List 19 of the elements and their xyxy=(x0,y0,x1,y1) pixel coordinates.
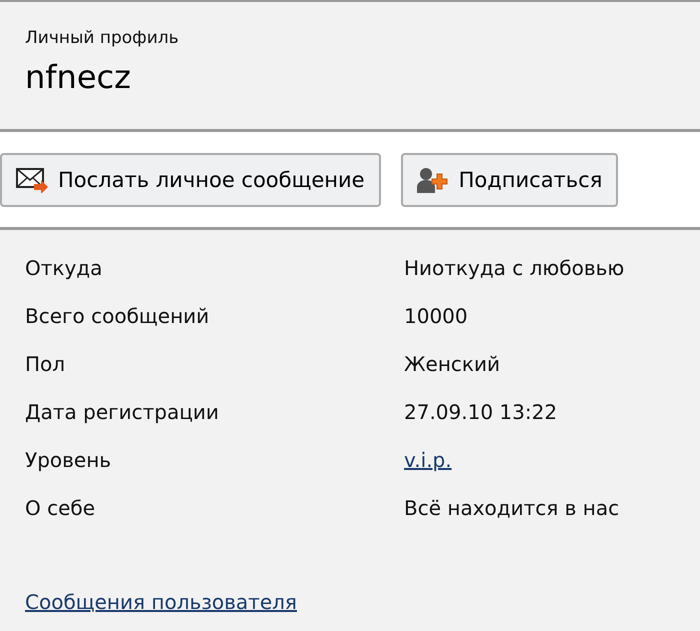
profile-subtitle: Личный профиль xyxy=(25,27,180,48)
field-value: Ниоткуда с любовью xyxy=(404,256,626,280)
subscribe-button[interactable]: Подписаться xyxy=(400,152,618,206)
username: nfnecz xyxy=(25,58,132,96)
field-value: 27.09.10 13:22 xyxy=(404,400,558,424)
field-label: Дата регистрации xyxy=(25,400,220,424)
add-user-icon xyxy=(416,166,449,192)
field-label: Откуда xyxy=(25,256,104,280)
envelope-icon xyxy=(16,166,48,192)
field-label: Уровень xyxy=(25,448,112,472)
send-message-button[interactable]: Послать личное сообщение xyxy=(0,152,381,206)
field-value: 10000 xyxy=(404,304,469,328)
field-label: Всего сообщений xyxy=(25,304,210,328)
field-label: Пол xyxy=(25,352,66,376)
field-value: Всё находится в нас xyxy=(404,496,620,520)
user-posts-link[interactable]: Сообщения пользователя xyxy=(25,590,297,614)
field-label: О себе xyxy=(25,496,96,520)
field-value: Женский xyxy=(404,352,501,376)
level-link[interactable]: v.i.p. xyxy=(404,448,675,472)
